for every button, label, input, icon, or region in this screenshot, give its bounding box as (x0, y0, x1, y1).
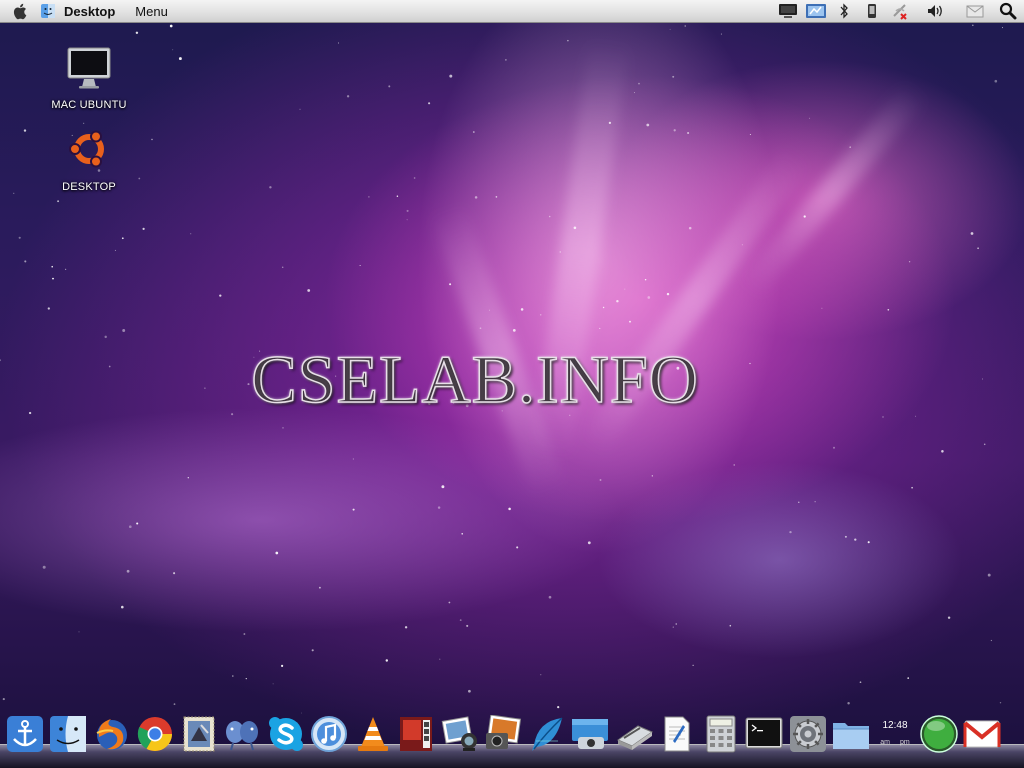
apple-logo-icon[interactable] (0, 0, 38, 23)
calculator-icon[interactable] (699, 712, 743, 756)
finder-icon[interactable] (47, 712, 91, 756)
desktop-icon-label: DESKTOP (62, 181, 116, 193)
feather-icon[interactable] (525, 712, 569, 756)
wallpaper-watermark: CSELAB.INFO (251, 340, 699, 418)
skype-icon[interactable] (264, 712, 308, 756)
desktop-icon-mac-ubuntu[interactable]: MAC UBUNTU (34, 46, 144, 111)
chrome-icon[interactable] (134, 712, 178, 756)
firefox-icon[interactable] (90, 712, 134, 756)
system-preferences-icon[interactable] (786, 712, 830, 756)
pidgin-messenger-icon[interactable] (221, 712, 265, 756)
gmail-icon[interactable] (961, 712, 1005, 756)
clock-am-label: am (880, 739, 890, 746)
mail-icon[interactable] (958, 0, 992, 23)
menu-button[interactable]: Menu (129, 4, 174, 19)
cheese-webcam-icon[interactable] (569, 712, 613, 756)
photo-booth-icon[interactable] (395, 712, 439, 756)
phone-icon[interactable] (858, 0, 886, 23)
green-orb-icon[interactable] (917, 712, 961, 756)
folder-icon[interactable] (830, 712, 874, 756)
active-app-name[interactable]: Desktop (58, 4, 129, 19)
bluetooth-icon[interactable] (830, 0, 858, 23)
text-editor-icon[interactable] (656, 712, 700, 756)
volume-icon[interactable] (914, 0, 958, 23)
terminal-icon[interactable] (743, 712, 787, 756)
clock-pm-label: pm (900, 739, 910, 746)
clock-time: 12:48 (882, 720, 908, 731)
image-viewer-icon[interactable] (482, 712, 526, 756)
desktop-icon-desktop[interactable]: DESKTOP (34, 126, 144, 193)
clock-widget[interactable]: 12:48 am pm (873, 712, 917, 756)
dock: 12:48 am pm (0, 712, 1024, 768)
iphoto-icon[interactable] (438, 712, 482, 756)
desktop-icon-label: MAC UBUNTU (51, 99, 127, 111)
spotlight-search-icon[interactable] (992, 0, 1024, 23)
wireless-off-icon[interactable] (886, 0, 914, 23)
mail-stamp-icon[interactable] (177, 712, 221, 756)
menu-bar: Desktop Menu (0, 0, 1024, 23)
anchor-icon[interactable] (3, 712, 47, 756)
ubuntu-logo-icon (65, 126, 113, 177)
scanner-icon[interactable] (612, 712, 656, 756)
display-icon[interactable] (774, 0, 802, 23)
finder-mini-icon[interactable] (38, 0, 58, 23)
itunes-icon[interactable] (308, 712, 352, 756)
imac-computer-icon (66, 46, 112, 95)
vlc-cone-icon[interactable] (351, 712, 395, 756)
network-icon[interactable] (802, 0, 830, 23)
